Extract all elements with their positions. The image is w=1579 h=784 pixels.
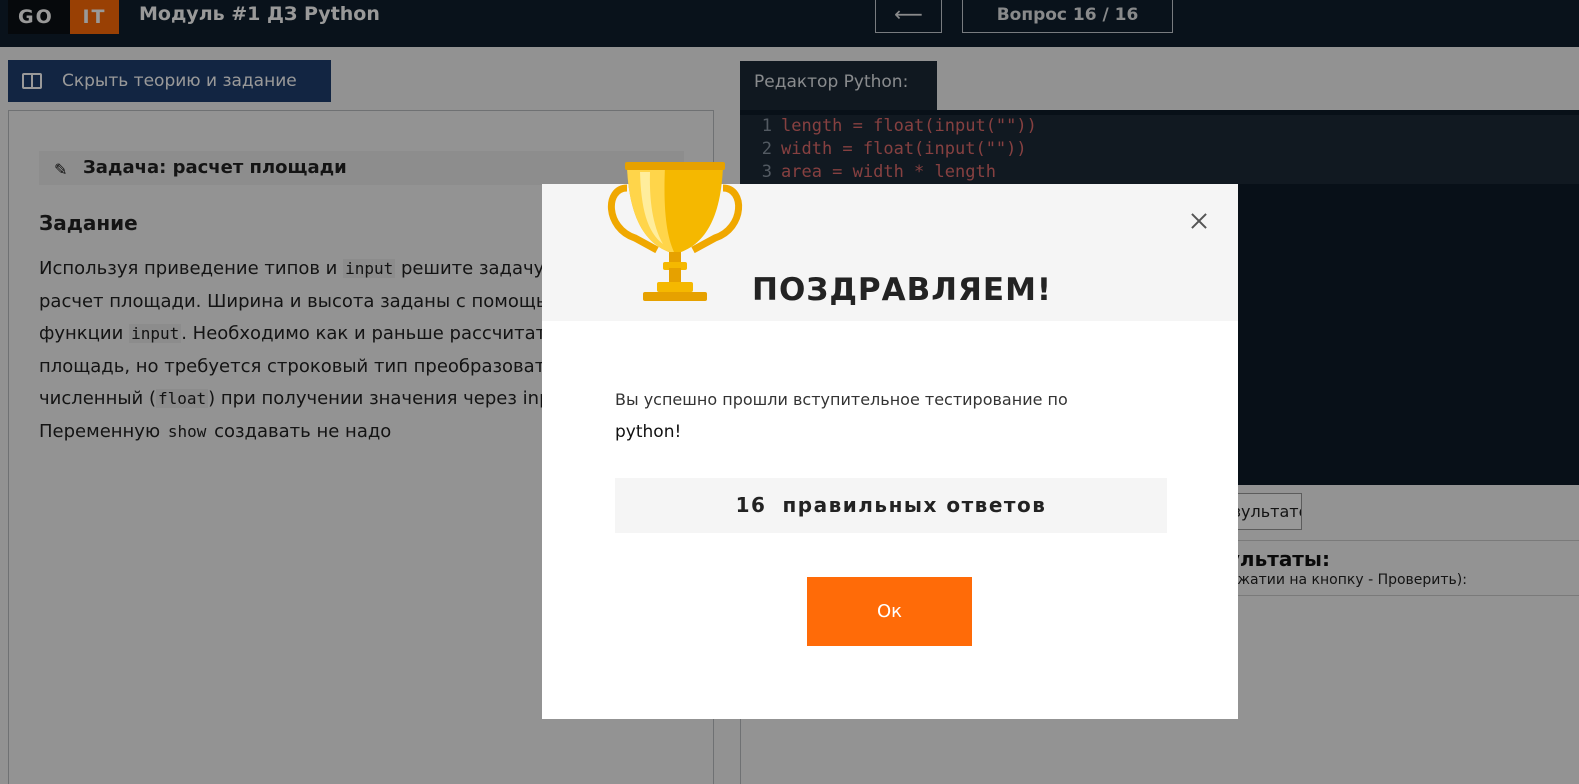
- modal-message-line: Вы успешно прошли вступительное тестиров…: [615, 390, 1068, 409]
- trophy-icon: [608, 162, 742, 301]
- ok-button[interactable]: Ок: [807, 577, 972, 646]
- score-number: 16: [735, 493, 767, 517]
- modal-course: python!: [615, 422, 682, 442]
- score-label: правильных ответов: [782, 493, 1047, 517]
- modal-message: Вы успешно прошли вступительное тестиров…: [615, 384, 1115, 448]
- modal-title: ПОЗДРАВЛЯЕМ!: [752, 272, 1053, 308]
- score-box: 16 правильных ответов: [615, 478, 1167, 533]
- close-icon[interactable]: [1187, 209, 1211, 233]
